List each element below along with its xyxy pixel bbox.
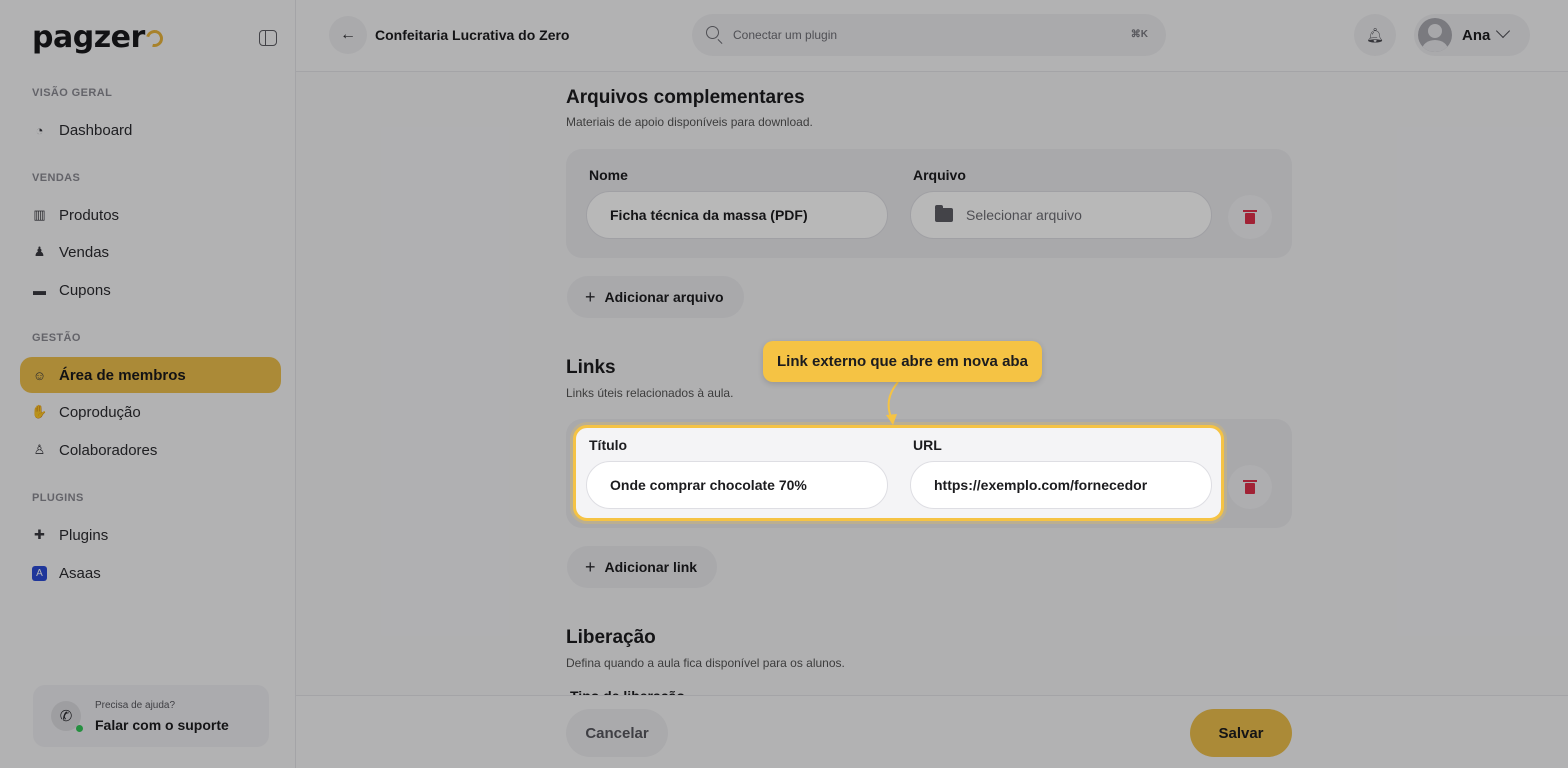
tooltip-connector (886, 381, 899, 425)
link-row-highlight: Título URL Onde comprar chocolate 70% ht… (573, 425, 1224, 521)
link-url-input[interactable]: https://exemplo.com/fornecedor (910, 461, 1212, 509)
link-title-input[interactable]: Onde comprar chocolate 70% (586, 461, 888, 509)
tour-tooltip: Link externo que abre em nova aba (763, 341, 1042, 382)
tour-overlay[interactable] (0, 0, 1568, 768)
link-url-label: URL (913, 437, 942, 453)
link-title-label: Título (589, 437, 628, 453)
